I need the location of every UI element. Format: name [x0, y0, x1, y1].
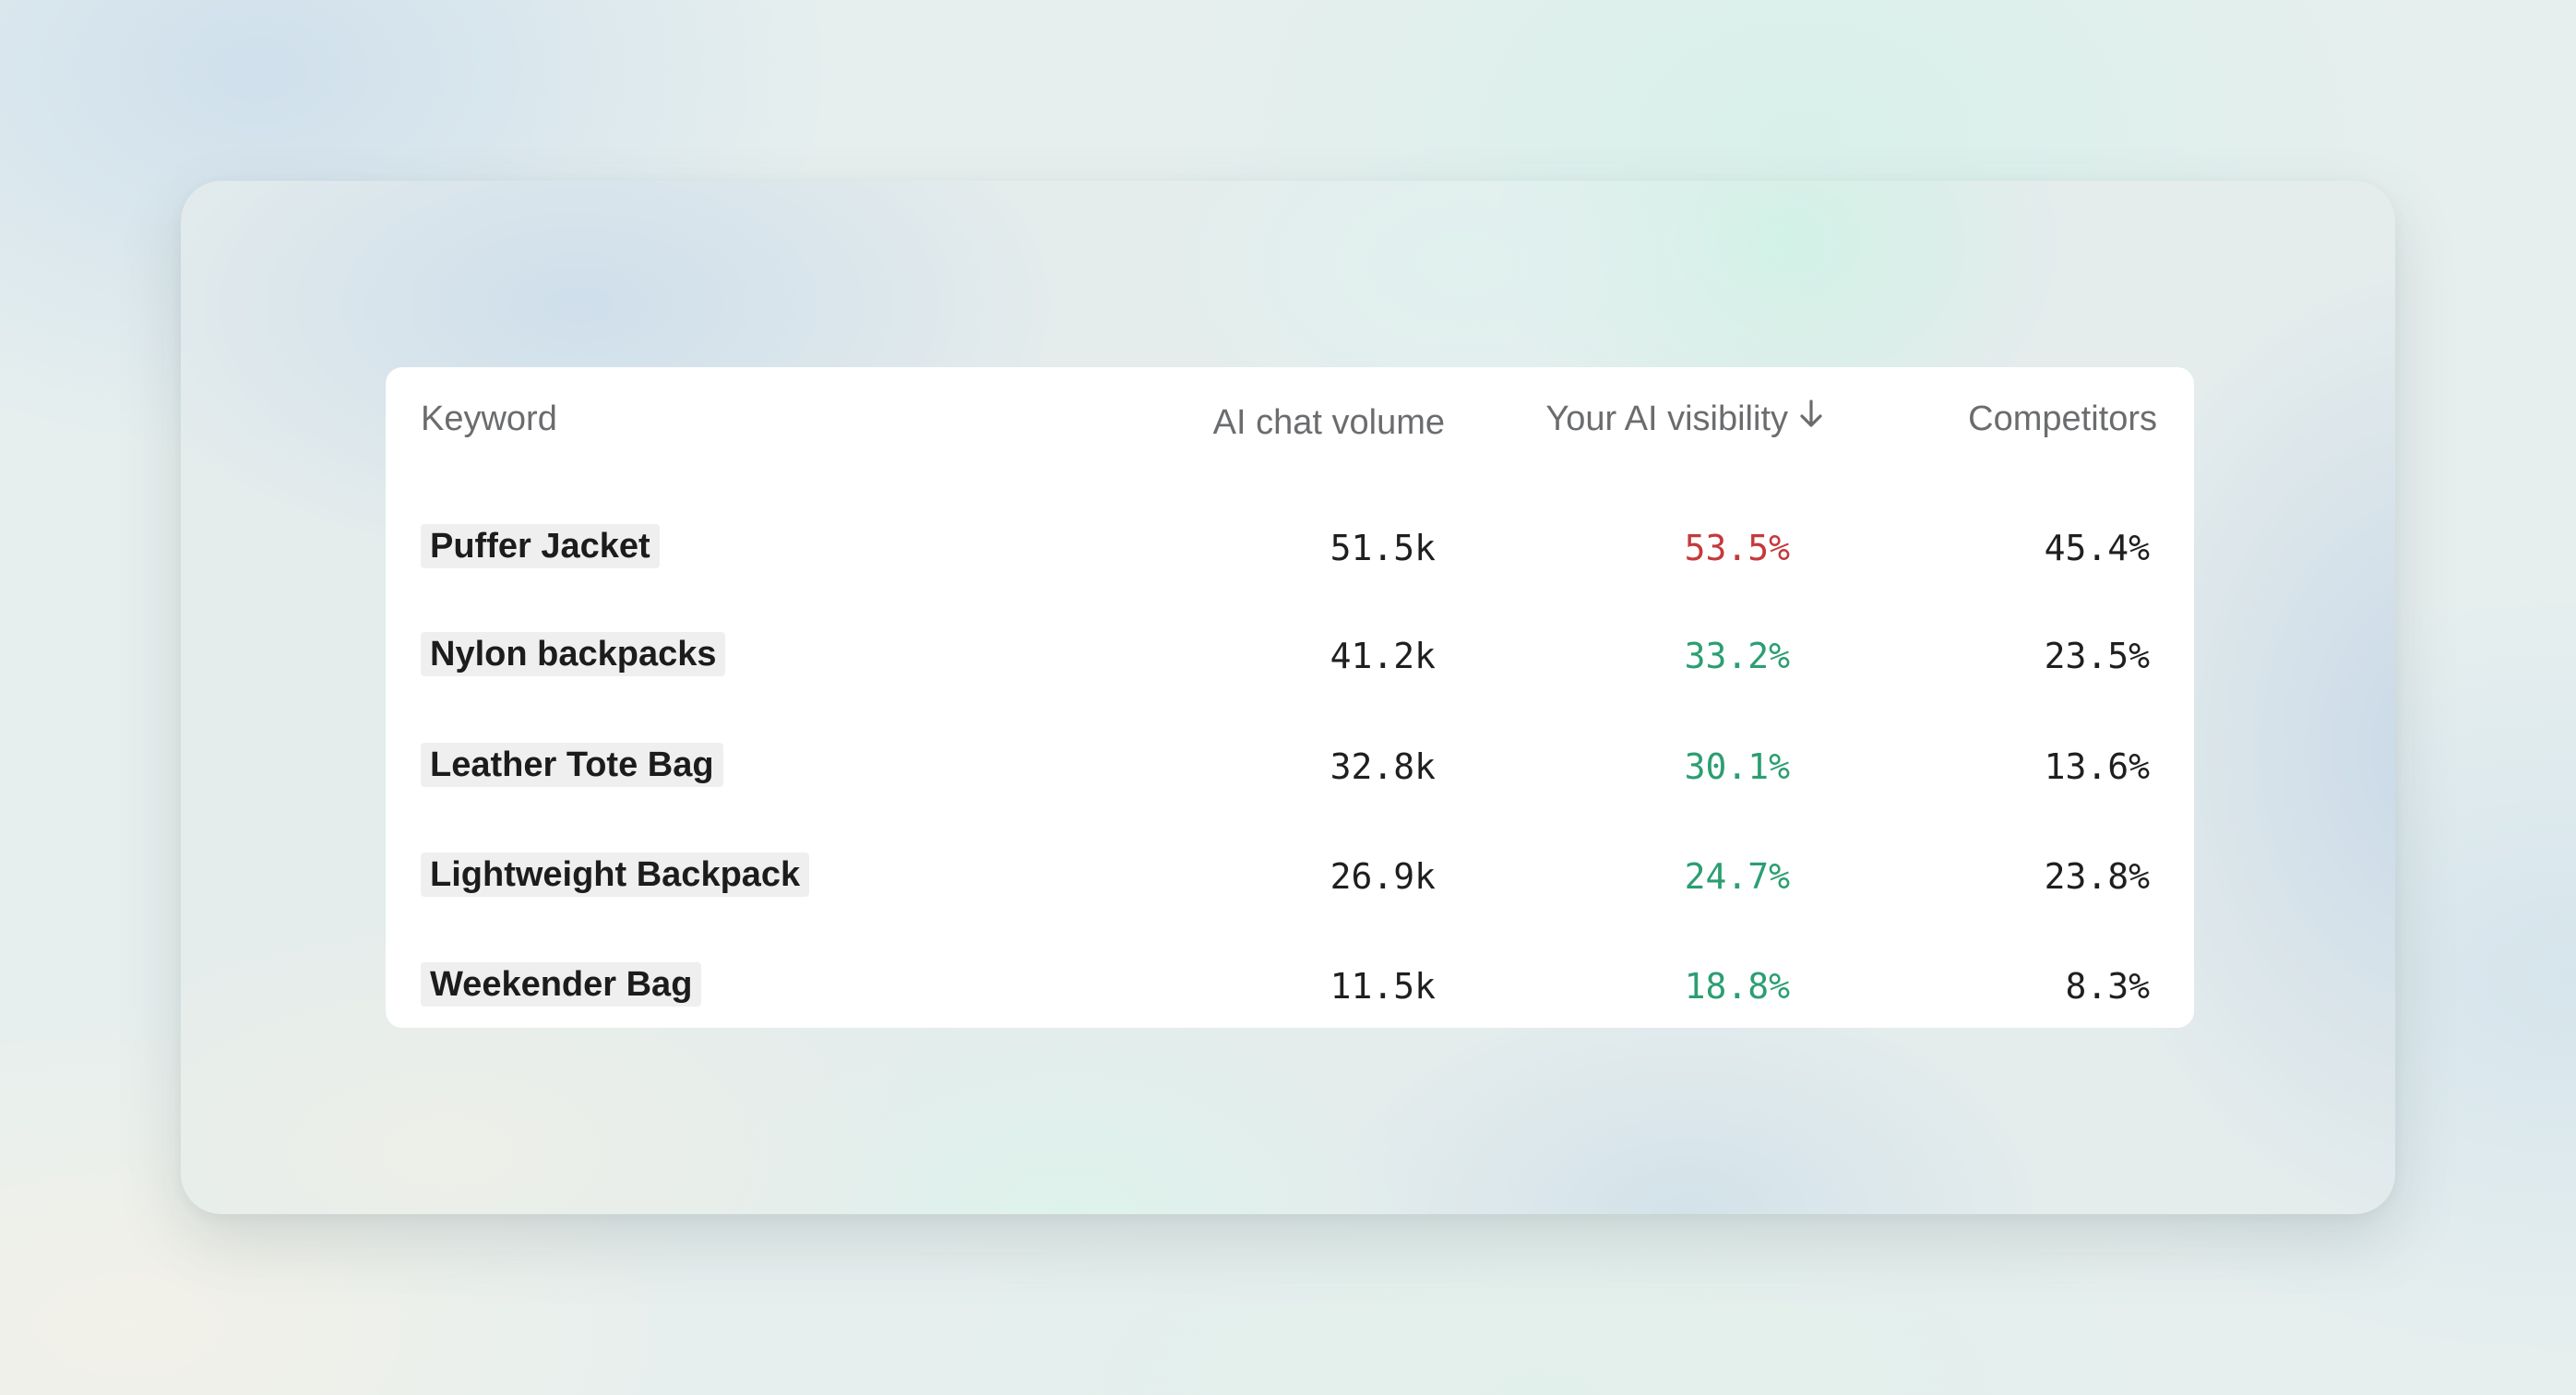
keyword-chip[interactable]: Nylon backpacks [421, 632, 726, 676]
competitors-value: 23.5% [2044, 636, 2150, 676]
ai-visibility-value: 53.5% [1684, 528, 1790, 568]
keyword-chip[interactable]: Puffer Jacket [421, 524, 660, 568]
column-header-keyword[interactable]: Keyword [421, 391, 557, 447]
ai-visibility-value: 24.7% [1684, 856, 1790, 897]
background-card: Keyword AI chat volume Your AI visibilit… [181, 181, 2395, 1214]
table-row[interactable]: Nylon backpacks 41.2k 33.2% 23.5% [386, 619, 2194, 693]
keyword-visibility-table: Keyword AI chat volume Your AI visibilit… [386, 367, 2194, 1028]
column-header-your-ai-visibility-label: Your AI visibility [1545, 399, 1788, 438]
competitors-value: 8.3% [2065, 966, 2150, 1007]
table-row[interactable]: Lightweight Backpack 26.9k 24.7% 23.8% [386, 840, 2194, 913]
column-header-competitors[interactable]: Competitors [1968, 391, 2157, 447]
column-header-ai-chat-volume[interactable]: AI chat volume [1213, 395, 1445, 450]
ai-visibility-value: 18.8% [1684, 966, 1790, 1007]
keyword-chip[interactable]: Weekender Bag [421, 962, 702, 1007]
ai-visibility-value: 33.2% [1684, 636, 1790, 676]
ai-chat-volume-value: 32.8k [1330, 746, 1436, 787]
arrow-down-icon[interactable] [1799, 391, 1823, 447]
competitors-value: 45.4% [2044, 528, 2150, 568]
table-row[interactable]: Leather Tote Bag 32.8k 30.1% 13.6% [386, 730, 2194, 804]
ai-chat-volume-value: 11.5k [1330, 966, 1436, 1007]
competitors-value: 23.8% [2044, 856, 2150, 897]
competitors-value: 13.6% [2044, 746, 2150, 787]
keyword-chip[interactable]: Leather Tote Bag [421, 743, 723, 787]
table-row[interactable]: Weekender Bag 11.5k 18.8% 8.3% [386, 949, 2194, 1023]
column-header-your-ai-visibility[interactable]: Your AI visibility [1545, 391, 1823, 447]
keyword-chip[interactable]: Lightweight Backpack [421, 852, 810, 897]
ai-chat-volume-value: 51.5k [1330, 528, 1436, 568]
table-row[interactable]: Puffer Jacket 51.5k 53.5% 45.4% [386, 511, 2194, 585]
ai-chat-volume-value: 26.9k [1330, 856, 1436, 897]
ai-chat-volume-value: 41.2k [1330, 636, 1436, 676]
ai-visibility-value: 30.1% [1684, 746, 1790, 787]
